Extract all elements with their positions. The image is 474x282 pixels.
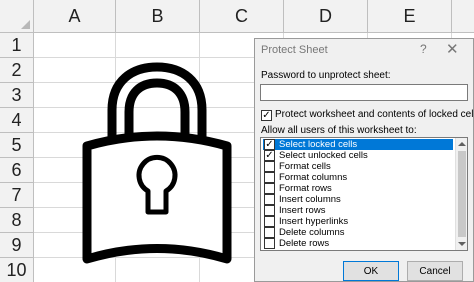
option-checkbox[interactable]: [264, 238, 275, 249]
option-label: Select locked cells: [279, 139, 358, 150]
list-item[interactable]: Format rows: [263, 183, 453, 194]
option-label: Format rows: [279, 183, 332, 194]
protect-worksheet-label: Protect worksheet and contents of locked…: [275, 109, 474, 120]
option-checkbox[interactable]: ✓: [264, 139, 275, 150]
protect-sheet-dialog: Protect Sheet ? ✕ Password to unprotect …: [254, 38, 474, 282]
option-label: Format cells: [279, 161, 331, 172]
list-item[interactable]: ✓ Select unlocked cells: [263, 150, 453, 161]
row-header-5[interactable]: 5: [0, 133, 34, 158]
option-checkbox[interactable]: [264, 183, 275, 194]
option-checkbox[interactable]: [264, 161, 275, 172]
column-header-a[interactable]: A: [34, 0, 116, 33]
list-item[interactable]: ✓ Select locked cells: [263, 139, 453, 150]
option-label: Insert hyperlinks: [279, 216, 349, 227]
scroll-thumb[interactable]: [458, 151, 466, 237]
list-scrollbar[interactable]: [455, 138, 467, 250]
option-label: Delete rows: [279, 238, 330, 249]
row-header-6[interactable]: 6: [0, 158, 34, 183]
option-label: Delete columns: [279, 227, 345, 238]
column-header-e[interactable]: E: [368, 0, 452, 33]
dialog-title: Protect Sheet: [261, 44, 328, 56]
list-item[interactable]: Insert hyperlinks: [263, 216, 453, 227]
list-item[interactable]: Insert columns: [263, 194, 453, 205]
select-all-triangle-icon: [21, 20, 30, 29]
option-label: Insert columns: [279, 194, 341, 205]
row-header-4[interactable]: 4: [0, 108, 34, 133]
list-item[interactable]: Delete rows: [263, 238, 453, 249]
list-item[interactable]: Delete columns: [263, 227, 453, 238]
column-header-f[interactable]: [452, 0, 474, 33]
ok-button[interactable]: OK: [343, 261, 399, 281]
column-header-d[interactable]: D: [284, 0, 368, 33]
column-header-b[interactable]: B: [116, 0, 200, 33]
cancel-button[interactable]: Cancel: [407, 261, 463, 281]
option-checkbox[interactable]: ✓: [264, 150, 275, 161]
list-item[interactable]: Format columns: [263, 172, 453, 183]
option-checkbox[interactable]: [264, 205, 275, 216]
list-item[interactable]: Format cells: [263, 161, 453, 172]
password-label: Password to unprotect sheet:: [261, 70, 391, 81]
permissions-list[interactable]: ✓ Select locked cells ✓ Select unlocked …: [260, 137, 468, 251]
row-header-9[interactable]: 9: [0, 233, 34, 258]
padlock-icon: [82, 62, 232, 264]
option-label: Format columns: [279, 172, 348, 183]
option-checkbox[interactable]: [264, 227, 275, 238]
option-label: Insert rows: [279, 205, 326, 216]
row-header-1[interactable]: 1: [0, 33, 34, 58]
help-button[interactable]: ?: [420, 42, 427, 56]
column-header-c[interactable]: C: [200, 0, 284, 33]
row-header-10[interactable]: 10: [0, 258, 34, 282]
option-checkbox[interactable]: [264, 216, 275, 227]
option-label: Select unlocked cells: [279, 150, 368, 161]
password-input[interactable]: [260, 84, 468, 101]
allow-users-label: Allow all users of this worksheet to:: [261, 125, 417, 136]
option-checkbox[interactable]: [264, 172, 275, 183]
select-all-corner[interactable]: [0, 0, 34, 33]
protect-worksheet-checkbox[interactable]: ✓: [261, 110, 272, 121]
option-checkbox[interactable]: [264, 194, 275, 205]
scroll-down-icon[interactable]: [458, 242, 466, 246]
scroll-up-icon[interactable]: [458, 142, 466, 146]
row-header-8[interactable]: 8: [0, 208, 34, 233]
row-header-3[interactable]: 3: [0, 83, 34, 108]
list-item[interactable]: Insert rows: [263, 205, 453, 216]
row-header-7[interactable]: 7: [0, 183, 34, 208]
close-button[interactable]: ✕: [446, 40, 459, 58]
row-header-2[interactable]: 2: [0, 58, 34, 83]
